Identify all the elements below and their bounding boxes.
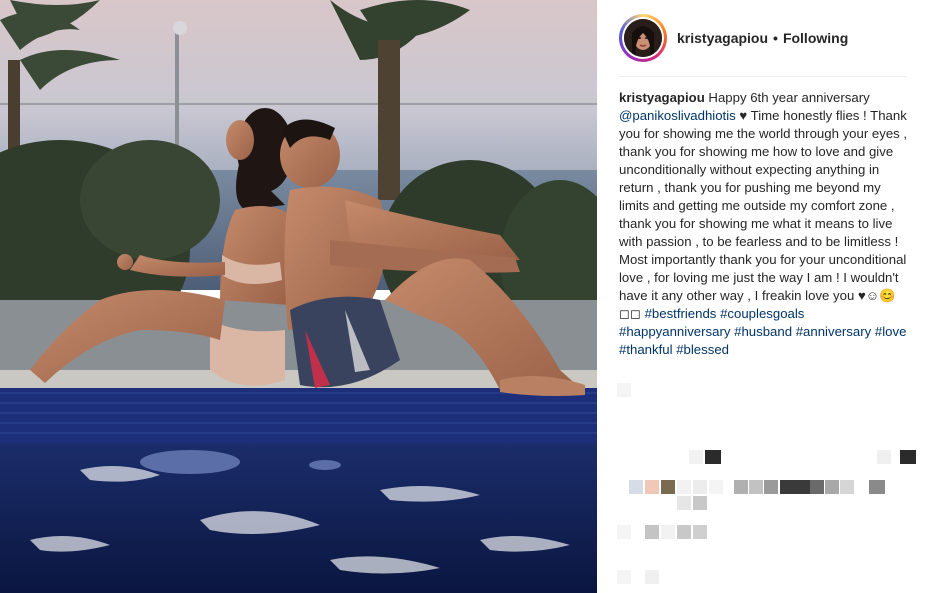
username-link[interactable]: kristyagapiou	[677, 30, 768, 46]
avatar-story-ring[interactable]	[619, 14, 667, 62]
hashtag-link[interactable]: #couplesgoals	[720, 306, 804, 321]
hashtag-link[interactable]: #bestfriends	[645, 306, 717, 321]
caption-text-body: ♥ Time honestly flies ! Thank you for sh…	[619, 108, 908, 321]
hashtag-link[interactable]: #blessed	[676, 342, 729, 357]
separator-dot: •	[773, 30, 778, 46]
caption-username-link[interactable]: kristyagapiou	[619, 90, 705, 105]
caption-text-intro: Happy 6th year anniversary	[704, 90, 870, 105]
header-text: kristyagapiou • Following	[677, 30, 848, 46]
avatar	[624, 19, 662, 57]
header-divider	[619, 76, 907, 77]
hashtag-link[interactable]: #happyanniversary	[619, 324, 730, 339]
post-header: kristyagapiou • Following	[619, 14, 848, 62]
hashtag-link[interactable]: #husband	[734, 324, 792, 339]
post-side-panel: kristyagapiou • Following kristyagapiou …	[597, 0, 925, 593]
post-photo[interactable]	[0, 0, 597, 593]
avatar-image	[624, 19, 662, 57]
hashtag-link[interactable]: #love	[875, 324, 907, 339]
mention-link[interactable]: @panikoslivadhiotis	[619, 108, 736, 123]
post-photo-image	[0, 0, 597, 593]
hashtag-link[interactable]: #anniversary	[796, 324, 872, 339]
following-button[interactable]: Following	[783, 30, 848, 46]
post-caption: kristyagapiou Happy 6th year anniversary…	[619, 89, 914, 359]
hashtag-link[interactable]: #thankful	[619, 342, 673, 357]
